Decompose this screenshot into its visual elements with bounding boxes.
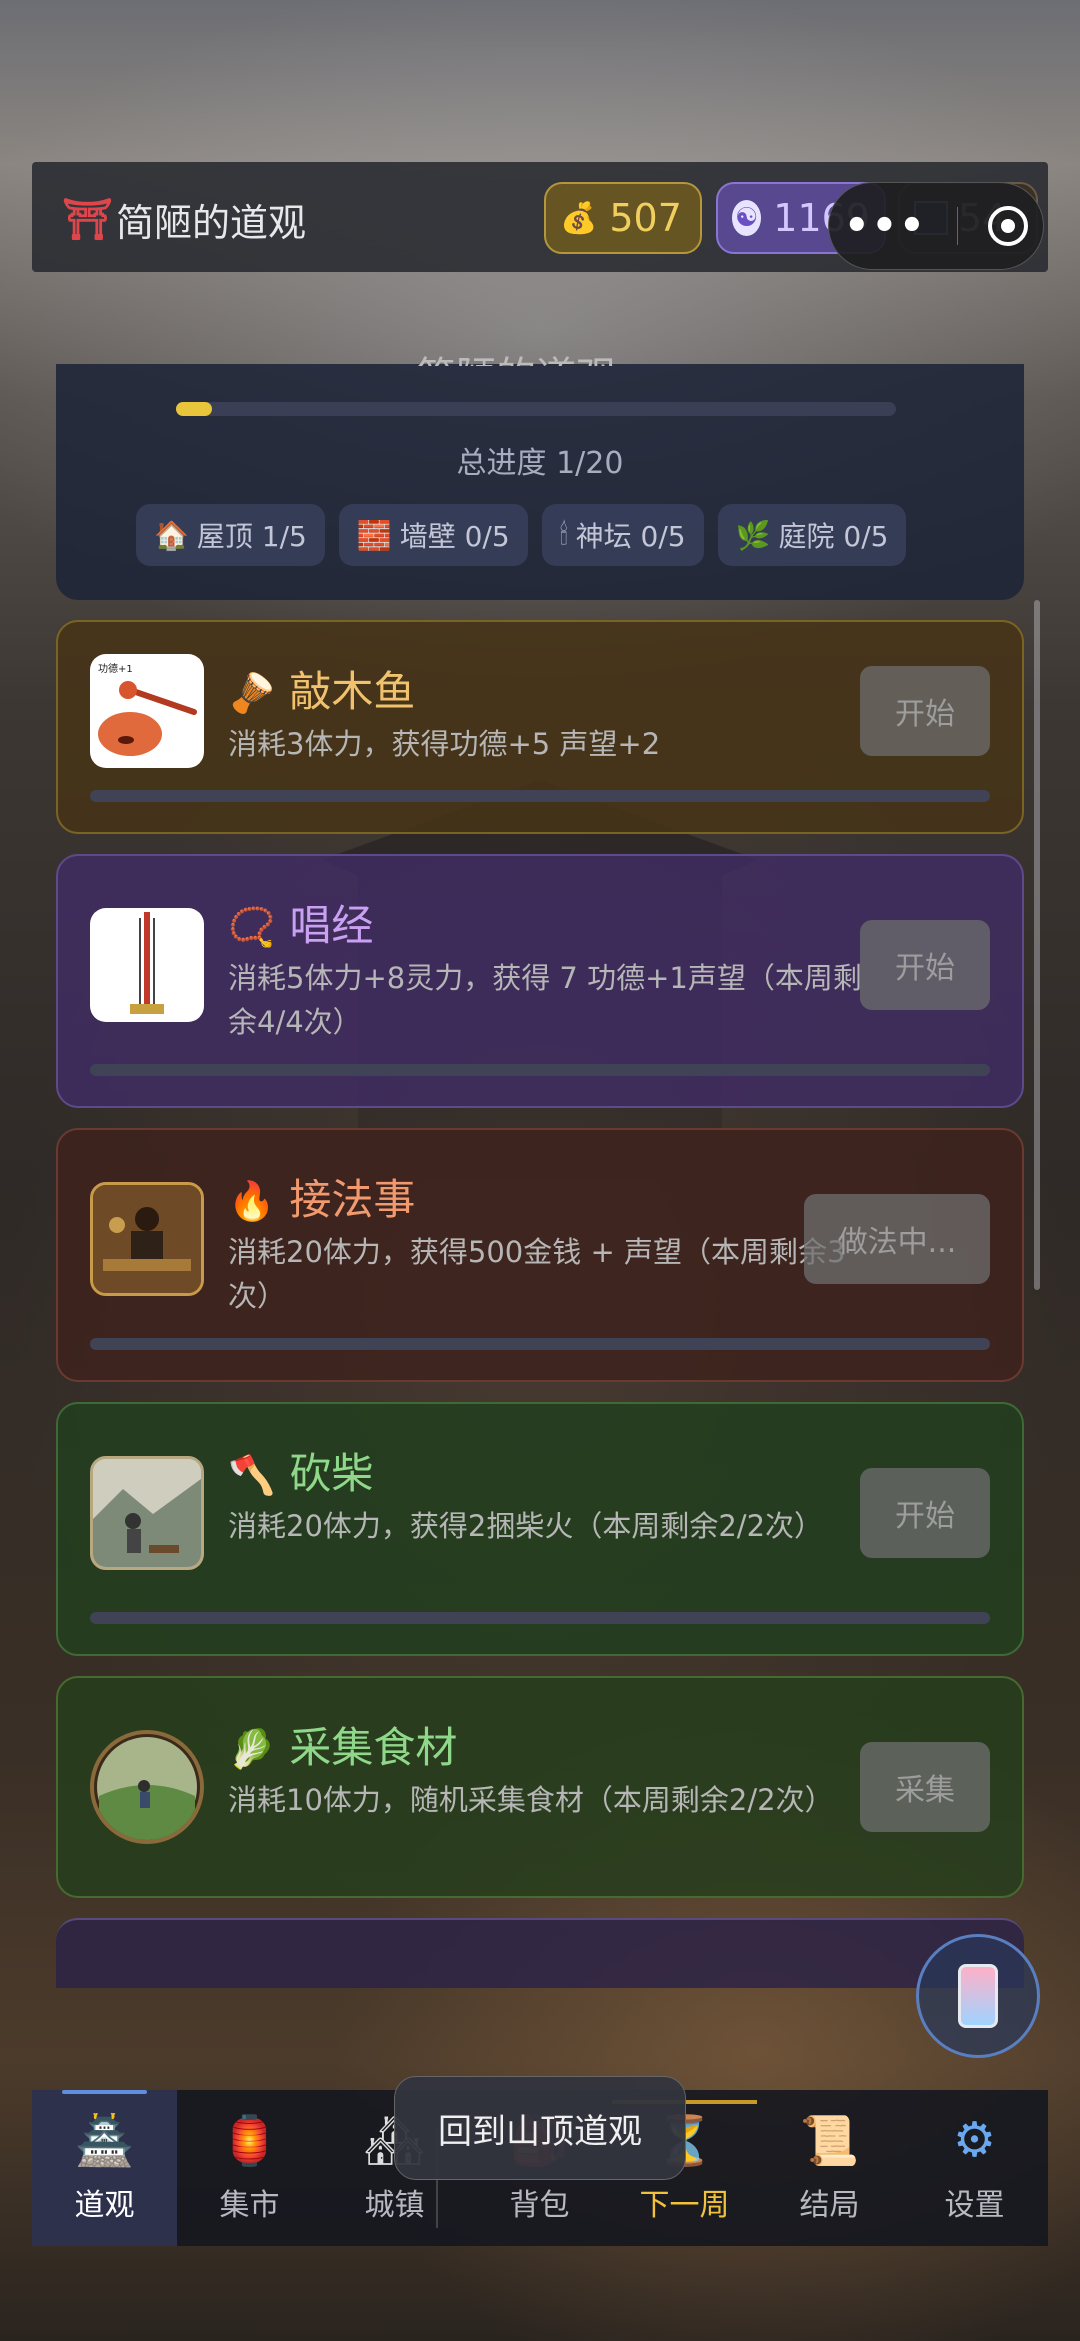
activity-card-wooden-fish: 功德+1 🪘 敲木鱼 消耗3体力，获得功德+5 声望+2 开始 bbox=[56, 620, 1024, 834]
axe-icon: 🪓 bbox=[228, 1453, 276, 1497]
chip-label: 庭院 0/5 bbox=[778, 520, 889, 553]
progress-card-title: 简陋的道观 bbox=[416, 344, 616, 366]
nav-label: 道观 bbox=[74, 2188, 135, 2223]
money-bag-icon: 💰 bbox=[560, 200, 598, 236]
activity-card-chanting: 📿 唱经 消耗5体力+8灵力，获得 7 功德+1声望（本周剩余4/4次） 开始 bbox=[56, 854, 1024, 1108]
scroll-icon: 📜 bbox=[799, 2113, 860, 2169]
start-button[interactable]: 开始 bbox=[860, 1468, 990, 1558]
activity-desc: 消耗20体力，获得500金钱 + 声望（本周剩余3次） bbox=[228, 1235, 846, 1313]
activity-name-text: 砍柴 bbox=[289, 1449, 374, 1498]
total-progress-bar bbox=[176, 402, 896, 416]
activity-name-text: 敲木鱼 bbox=[289, 667, 416, 716]
herb-icon: 🌿 bbox=[735, 518, 771, 552]
chanting-thumbnail bbox=[90, 908, 204, 1022]
leafy-green-icon: 🥬 bbox=[228, 1727, 276, 1771]
temple-title: 简陋的道观 bbox=[116, 201, 307, 245]
total-progress-label: 总进度 1/20 bbox=[456, 446, 624, 481]
market-icon: 🏮 bbox=[219, 2113, 280, 2169]
house-icon: 🏠 bbox=[154, 518, 189, 552]
floating-phone-button[interactable] bbox=[916, 1934, 1040, 2058]
activity-desc: 消耗10体力，随机采集食材（本周剩余2/2次） bbox=[228, 1783, 834, 1817]
close-target-icon[interactable] bbox=[987, 206, 1028, 246]
nav-label: 背包 bbox=[509, 2188, 570, 2223]
activity-name: 🔥 接法事 bbox=[228, 1166, 415, 1227]
chip-wall[interactable]: 🧱 墙壁 0/5 bbox=[338, 504, 528, 566]
drum-icon: 🪘 bbox=[228, 671, 276, 715]
wooden-fish-thumbnail: 功德+1 bbox=[90, 654, 204, 768]
chip-label: 屋顶 1/5 bbox=[196, 520, 307, 553]
nav-ending[interactable]: 📜 结局 bbox=[757, 2090, 902, 2246]
brick-icon: 🧱 bbox=[356, 518, 392, 552]
temple-icon: 🏯 bbox=[74, 2113, 135, 2169]
construction-progress-card: 简陋的道观 总进度 1/20 🏠屋顶 1/5 🧱墙壁 0/5 🕯神坛 0/5 🌿… bbox=[56, 354, 1024, 600]
chop-wood-thumbnail bbox=[90, 1456, 204, 1570]
activity-progress-track bbox=[90, 1338, 990, 1350]
activity-card-partial bbox=[56, 1918, 1024, 1988]
gold-value: 507 bbox=[609, 196, 682, 240]
nav-label: 下一周 bbox=[639, 2188, 730, 2223]
activity-name: 🥬 采集食材 bbox=[228, 1714, 457, 1775]
gather-button[interactable]: 采集 bbox=[860, 1742, 990, 1832]
chip-courtyard[interactable]: 🌿 庭院 0/5 bbox=[717, 504, 907, 566]
thumb-caption: 功德+1 bbox=[98, 662, 133, 675]
ritual-thumbnail bbox=[90, 1182, 204, 1296]
return-toast: 回到山顶道观 bbox=[394, 2076, 686, 2180]
activity-card-chop-wood: 🪓 砍柴 消耗20体力，获得2捆柴火（本周剩余2/2次） 开始 bbox=[56, 1402, 1024, 1656]
activity-name: 🪘 敲木鱼 bbox=[228, 658, 415, 719]
prayer-beads-icon: 📿 bbox=[228, 905, 276, 949]
activity-name-text: 唱经 bbox=[289, 901, 374, 950]
capsule-divider bbox=[956, 207, 958, 245]
gear-icon: ⚙ bbox=[952, 2112, 997, 2168]
activity-card-ritual: 🔥 接法事 消耗20体力，获得500金钱 + 声望（本周剩余3次） 做法中... bbox=[56, 1128, 1024, 1382]
nav-market[interactable]: 🏮 集市 bbox=[177, 2090, 322, 2246]
start-button[interactable]: 开始 bbox=[860, 666, 990, 756]
chip-altar[interactable]: 🕯 神坛 0/5 bbox=[541, 504, 704, 566]
activity-card-gather-food: 🥬 采集食材 消耗10体力，随机采集食材（本周剩余2/2次） 采集 bbox=[56, 1676, 1024, 1898]
activity-desc: 消耗20体力，获得2捆柴火（本周剩余2/2次） bbox=[228, 1509, 824, 1543]
progress-fill bbox=[176, 402, 212, 416]
activity-name: 🪓 砍柴 bbox=[228, 1440, 373, 1501]
gather-food-thumbnail bbox=[90, 1730, 204, 1844]
fire-icon: 🔥 bbox=[228, 1179, 276, 1223]
activity-name-text: 接法事 bbox=[289, 1175, 416, 1224]
scrollbar-thumb[interactable] bbox=[1034, 600, 1040, 1290]
nav-settings[interactable]: ⚙ 设置 bbox=[902, 2090, 1047, 2246]
activity-desc: 消耗3体力，获得功德+5 声望+2 bbox=[228, 727, 661, 761]
activity-progress-track bbox=[90, 1064, 990, 1076]
start-button[interactable]: 开始 bbox=[860, 920, 990, 1010]
more-menu-icon[interactable]: ••• bbox=[844, 203, 927, 249]
nav-label: 集市 bbox=[219, 2188, 280, 2223]
nav-label: 设置 bbox=[944, 2188, 1005, 2223]
activity-progress-track bbox=[90, 790, 990, 802]
nav-label: 结局 bbox=[799, 2188, 860, 2223]
chip-label: 墙壁 0/5 bbox=[399, 520, 510, 553]
gold-counter[interactable]: 💰 507 bbox=[544, 182, 702, 254]
chip-roof[interactable]: 🏠 屋顶 1/5 bbox=[136, 504, 325, 566]
activity-progress-track bbox=[90, 1612, 990, 1624]
part-chips: 🏠 屋顶 1/5 🧱 墙壁 0/5 🕯 神坛 0/5 🌿 庭院 0/5 bbox=[136, 504, 907, 566]
activity-desc: 消耗5体力+8灵力，获得 7 功德+1声望（本周剩余4/4次） bbox=[228, 961, 862, 1039]
torii-icon: ⛩ bbox=[62, 197, 113, 243]
nav-temple[interactable]: 🏯 道观 bbox=[32, 2090, 177, 2246]
in-progress-button[interactable]: 做法中... bbox=[804, 1194, 990, 1284]
phone-icon bbox=[958, 1964, 998, 2028]
nav-label: 城镇 bbox=[364, 2188, 425, 2223]
mini-program-capsule[interactable]: ••• bbox=[828, 182, 1044, 270]
candle-icon: 🕯 bbox=[559, 518, 568, 551]
activity-name-text: 采集食材 bbox=[289, 1723, 458, 1772]
chip-label: 神坛 0/5 bbox=[575, 520, 686, 553]
activity-name: 📿 唱经 bbox=[228, 892, 373, 953]
yin-yang-icon: ☯ bbox=[732, 200, 762, 236]
